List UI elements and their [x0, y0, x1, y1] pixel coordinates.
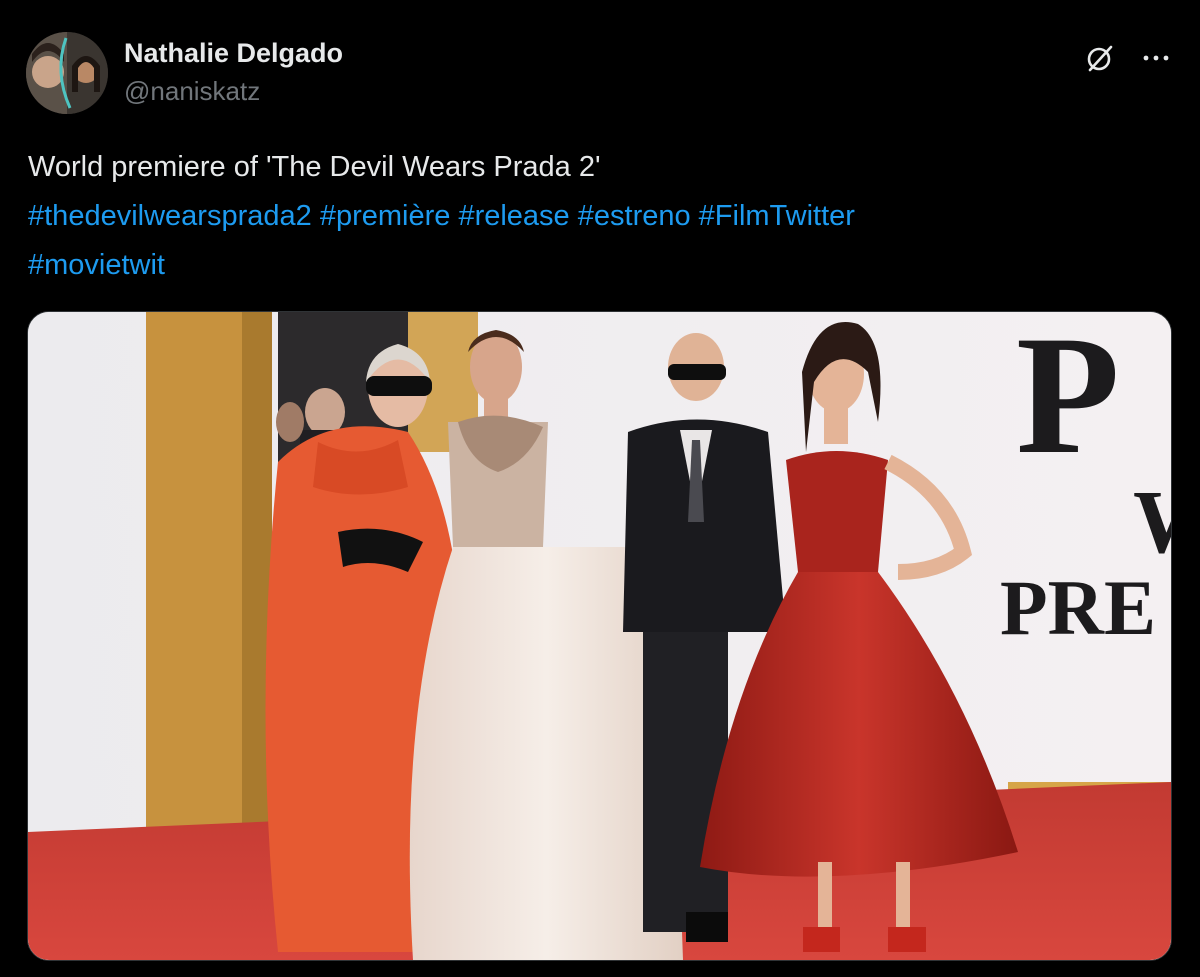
tweet-main-text: World premiere of 'The Devil Wears Prada…	[28, 151, 601, 183]
tweet-card: Nathalie Delgado @naniskatz World premie…	[0, 0, 1200, 977]
tweet-photo[interactable]: P W PRE	[27, 311, 1172, 961]
hashtag-link[interactable]: #première	[320, 200, 451, 232]
gold-pillar	[146, 312, 242, 842]
hashtag-link[interactable]: #release	[458, 200, 569, 232]
hashtag-link[interactable]: #FilmTwitter	[699, 200, 855, 232]
hashtag-link[interactable]: #thedevilwearsprada2	[28, 200, 312, 232]
hashtag-link[interactable]: #estreno	[578, 200, 691, 232]
more-options-icon[interactable]	[1138, 40, 1174, 76]
user-handle[interactable]: @naniskatz	[124, 74, 343, 108]
avatar[interactable]	[26, 32, 108, 114]
grok-icon[interactable]	[1082, 40, 1118, 76]
display-name[interactable]: Nathalie Delgado	[124, 36, 343, 70]
hashtag-link[interactable]: #movietwit	[28, 249, 165, 281]
backdrop-letter-w: W	[1133, 473, 1171, 572]
premiere-photo: P W PRE	[28, 312, 1171, 960]
tweet-header: Nathalie Delgado @naniskatz	[26, 32, 1174, 118]
user-info: Nathalie Delgado @naniskatz	[124, 36, 343, 108]
backdrop-letters-pre: PRE	[1000, 564, 1156, 651]
hashtag-list: #thedevilwearsprada2 #première #release …	[28, 192, 1168, 290]
tweet-text: World premiere of 'The Devil Wears Prada…	[28, 143, 1168, 290]
backdrop-letter-p: P	[1016, 312, 1120, 489]
tweet-actions	[1082, 40, 1174, 76]
